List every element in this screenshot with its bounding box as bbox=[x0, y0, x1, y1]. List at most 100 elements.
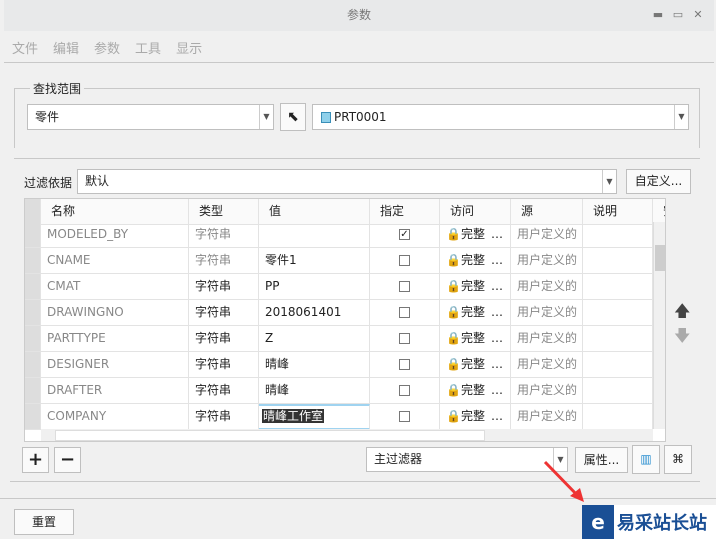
param-value-text[interactable]: 晴峰工作室 bbox=[262, 409, 325, 423]
more-icon[interactable]: … bbox=[491, 279, 503, 293]
designated-cell[interactable] bbox=[370, 326, 440, 352]
table-row[interactable]: MODELED_BY 字符串 ✓ 🔒完整 … 用户定义的 bbox=[25, 222, 653, 248]
more-icon[interactable]: … bbox=[491, 357, 503, 371]
access-cell[interactable]: 🔒完整… bbox=[440, 378, 511, 404]
table-row[interactable]: DRAWINGNO 字符串 2018061401 🔒完整 … 用户定义的 bbox=[25, 300, 653, 326]
designated-cell[interactable] bbox=[370, 248, 440, 274]
param-value[interactable]: 晴峰工作室 bbox=[259, 404, 370, 430]
designated-checkbox[interactable] bbox=[399, 385, 410, 396]
vertical-scrollbar[interactable] bbox=[653, 222, 665, 429]
scrollbar-thumb[interactable] bbox=[55, 430, 485, 441]
designated-cell[interactable]: ✓ bbox=[370, 222, 440, 248]
param-name[interactable]: CNAME bbox=[41, 248, 189, 274]
menu-edit[interactable]: 编辑 bbox=[53, 38, 79, 57]
maximize-button[interactable]: ▭ bbox=[672, 8, 684, 22]
param-description[interactable] bbox=[583, 300, 653, 326]
table-row[interactable]: CNAME 字符串 零件1 🔒完整 … 用户定义的 bbox=[25, 248, 653, 274]
param-value[interactable]: 晴峰 bbox=[259, 352, 370, 378]
table-row[interactable]: PARTTYPE 字符串 Z 🔒完整 … 用户定义的 bbox=[25, 326, 653, 352]
search-button[interactable]: ⌘ bbox=[664, 445, 692, 474]
add-parameter-button[interactable]: + bbox=[22, 447, 49, 473]
row-handle[interactable] bbox=[25, 300, 41, 326]
menu-tools[interactable]: 工具 bbox=[135, 38, 161, 57]
horizontal-scrollbar[interactable] bbox=[41, 429, 653, 441]
scope-type-select[interactable]: 零件 ▼ bbox=[27, 104, 274, 130]
designated-cell[interactable] bbox=[370, 378, 440, 404]
param-name[interactable]: COMPANY bbox=[41, 404, 189, 430]
param-value[interactable]: Z bbox=[259, 326, 370, 352]
param-type[interactable]: 字符串 bbox=[189, 248, 259, 274]
more-icon[interactable]: … bbox=[491, 227, 503, 241]
more-icon[interactable]: … bbox=[491, 305, 503, 319]
param-value[interactable]: PP bbox=[259, 274, 370, 300]
table-row[interactable]: CMAT 字符串 PP 🔒完整 … 用户定义的 bbox=[25, 274, 653, 300]
model-select[interactable]: PRT0001 ▼ bbox=[312, 104, 689, 130]
param-name[interactable]: CMAT bbox=[41, 274, 189, 300]
designated-checkbox[interactable]: ✓ bbox=[399, 229, 410, 240]
designated-cell[interactable] bbox=[370, 274, 440, 300]
param-type[interactable]: 字符串 bbox=[189, 274, 259, 300]
access-cell[interactable]: 🔒完整… bbox=[440, 300, 511, 326]
designated-cell[interactable] bbox=[370, 404, 440, 430]
main-filter-select[interactable]: 主过滤器 ▼ bbox=[366, 447, 568, 472]
access-cell[interactable]: 🔒完整… bbox=[440, 248, 511, 274]
access-cell[interactable]: 🔒完整… bbox=[440, 352, 511, 378]
more-icon[interactable]: … bbox=[491, 383, 503, 397]
row-handle[interactable] bbox=[25, 326, 41, 352]
more-icon[interactable]: … bbox=[491, 409, 503, 423]
param-value[interactable]: 晴峰 bbox=[259, 378, 370, 404]
table-row[interactable]: COMPANY 字符串 晴峰工作室 🔒完整 … 用户定义的 bbox=[25, 404, 653, 430]
row-handle[interactable] bbox=[25, 274, 41, 300]
more-icon[interactable]: … bbox=[491, 253, 503, 267]
scrollbar-thumb[interactable] bbox=[655, 245, 665, 271]
access-cell[interactable]: 🔒完整… bbox=[440, 404, 511, 430]
designated-checkbox[interactable] bbox=[399, 333, 410, 344]
filter-select[interactable]: 默认 ▼ bbox=[77, 169, 617, 194]
param-type[interactable]: 字符串 bbox=[189, 352, 259, 378]
param-value[interactable]: 2018061401 bbox=[259, 300, 370, 326]
param-value[interactable] bbox=[259, 222, 370, 248]
designated-cell[interactable] bbox=[370, 300, 440, 326]
menu-display[interactable]: 显示 bbox=[176, 38, 202, 57]
access-cell[interactable]: 🔒完整… bbox=[440, 326, 511, 352]
access-cell[interactable]: 🔒完整… bbox=[440, 222, 511, 248]
designated-checkbox[interactable] bbox=[399, 359, 410, 370]
menu-file[interactable]: 文件 bbox=[12, 38, 38, 57]
custom-filter-button[interactable]: 自定义... bbox=[626, 169, 691, 194]
param-value[interactable]: 零件1 bbox=[259, 248, 370, 274]
table-row[interactable]: DRAFTER 字符串 晴峰 🔒完整 … 用户定义的 bbox=[25, 378, 653, 404]
designated-checkbox[interactable] bbox=[399, 307, 410, 318]
remove-parameter-button[interactable]: − bbox=[54, 447, 81, 473]
table-row[interactable]: DESIGNER 字符串 晴峰 🔒完整 … 用户定义的 bbox=[25, 352, 653, 378]
param-name[interactable]: DRAFTER bbox=[41, 378, 189, 404]
more-icon[interactable]: … bbox=[491, 331, 503, 345]
move-down-arrow-icon[interactable]: 🡇 bbox=[674, 325, 690, 352]
access-cell[interactable]: 🔒完整… bbox=[440, 274, 511, 300]
row-handle[interactable] bbox=[25, 222, 41, 248]
param-name[interactable]: DESIGNER bbox=[41, 352, 189, 378]
param-description[interactable] bbox=[583, 352, 653, 378]
designated-checkbox[interactable] bbox=[399, 255, 410, 266]
param-description[interactable] bbox=[583, 248, 653, 274]
close-button[interactable]: ✕ bbox=[692, 8, 704, 22]
move-up-arrow-icon[interactable]: 🡅 bbox=[674, 300, 690, 327]
row-handle[interactable] bbox=[25, 404, 41, 430]
designated-checkbox[interactable] bbox=[399, 281, 410, 292]
row-handle[interactable] bbox=[25, 352, 41, 378]
param-name[interactable]: PARTTYPE bbox=[41, 326, 189, 352]
param-type[interactable]: 字符串 bbox=[189, 300, 259, 326]
select-pointer-button[interactable]: ⬉ bbox=[280, 103, 306, 131]
param-description[interactable] bbox=[583, 378, 653, 404]
menu-parameters[interactable]: 参数 bbox=[94, 38, 120, 57]
row-handle[interactable] bbox=[25, 248, 41, 274]
param-type[interactable]: 字符串 bbox=[189, 404, 259, 430]
param-type[interactable]: 字符串 bbox=[189, 222, 259, 248]
designated-cell[interactable] bbox=[370, 352, 440, 378]
designated-checkbox[interactable] bbox=[399, 411, 410, 422]
minimize-button[interactable]: ▬ bbox=[652, 8, 664, 22]
param-description[interactable] bbox=[583, 326, 653, 352]
row-handle[interactable] bbox=[25, 378, 41, 404]
param-description[interactable] bbox=[583, 404, 653, 430]
param-name[interactable]: MODELED_BY bbox=[41, 222, 189, 248]
columns-button[interactable]: ▥ bbox=[632, 445, 660, 474]
